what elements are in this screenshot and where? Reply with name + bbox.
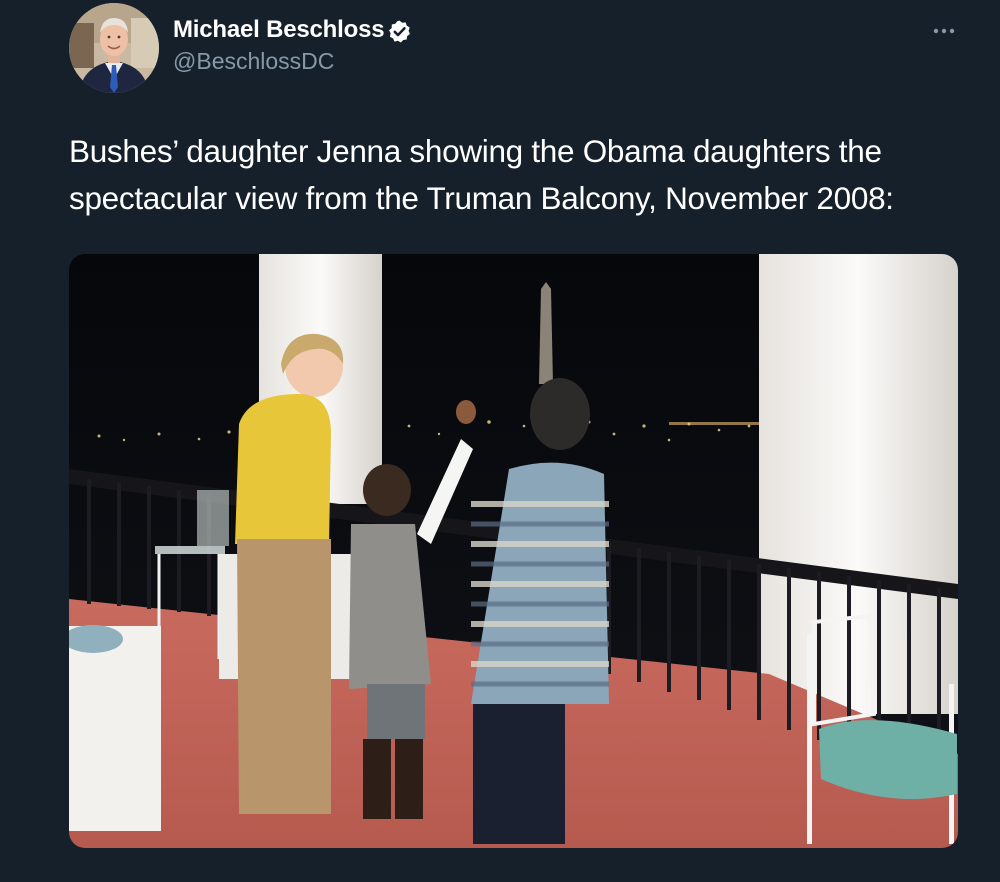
verified-badge-icon [387,19,412,44]
more-options-button[interactable] [927,16,961,46]
author-handle[interactable]: @BeschlossDC [173,48,334,75]
photo-image [69,254,958,848]
tweet-detail: Michael Beschloss @BeschlossDC Bushes’ d… [0,0,1000,882]
tweet-photo[interactable] [69,254,958,848]
author-avatar[interactable] [69,3,159,93]
tweet-text: Bushes’ daughter Jenna showing the Obama… [69,133,894,216]
author-name[interactable]: Michael Beschloss [173,16,385,44]
avatar-photo [69,3,159,93]
more-horizontal-icon [933,28,955,34]
